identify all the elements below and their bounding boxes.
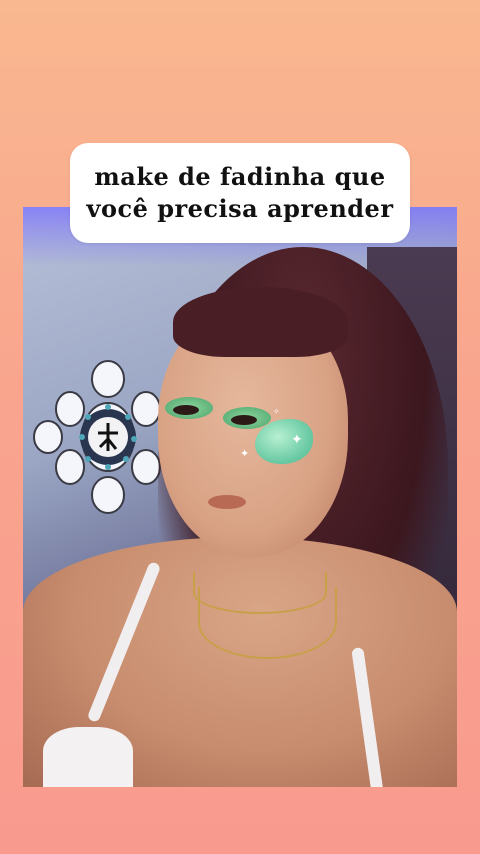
sparkle-icon: ✦ bbox=[240, 447, 250, 460]
video-frame: ✦ ✦ ✧ bbox=[23, 207, 457, 787]
eye-right bbox=[231, 415, 257, 425]
lace-top bbox=[43, 727, 133, 787]
sparkle-icon: ✧ bbox=[273, 407, 280, 416]
sparkle-icon: ✦ bbox=[291, 432, 303, 448]
eye-left bbox=[173, 405, 199, 415]
bangs bbox=[173, 287, 348, 357]
caption-line-2: você precisa aprender bbox=[86, 194, 394, 223]
caption-line-1: make de fadinha que bbox=[94, 162, 386, 191]
caption-box: make de fadinha que você precisa aprende… bbox=[70, 143, 410, 243]
mandala-decoration-icon bbox=[33, 360, 161, 514]
lips bbox=[208, 495, 246, 509]
necklace-long bbox=[198, 587, 337, 659]
